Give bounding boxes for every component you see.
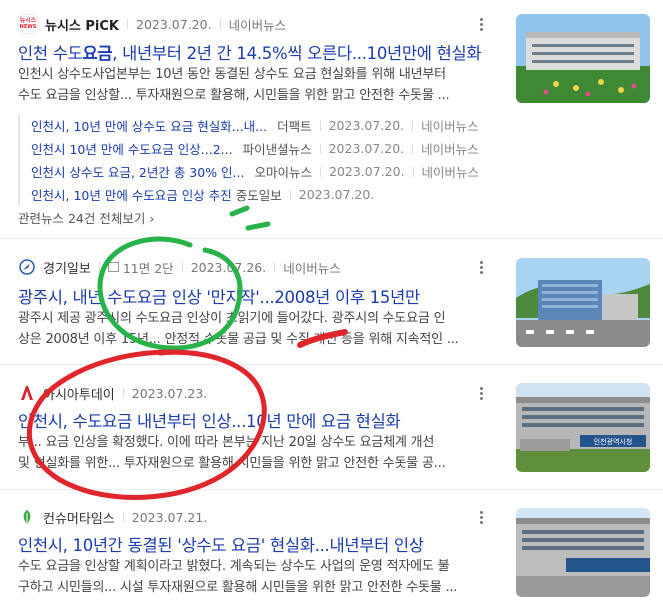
press-logo[interactable] [18,508,36,526]
portal-link[interactable]: 네이버뉴스 [229,15,287,34]
news-title[interactable]: 인천시, 10년간 동결된 '상수도 요금' 현실화...내년부터 인상 [18,532,424,556]
news-description: 인천시 상수도사업본부는 10년 동안 동결된 상수도 요금 현실화를 위해 내… [18,67,450,103]
news-description: 광주시 제공 광주시의 수도요금 인상이 초읽기에 들어갔다. 광주시의 수도요… [18,311,459,347]
related-news-item[interactable]: 인천시 10년 만에 수도요금 인상...2... 파이낸셜뉴스 2023.07… [31,137,479,160]
news-result-4: 컨슈머타임스 2023.07.21. 인천시, 10년간 동결된 '상수도 요금… [0,490,663,602]
news-result-3: 아시아투데이 2023.07.23. 인천시, 수도요금 내년부터 인상...1… [0,365,663,489]
press-name[interactable]: 경기일보 [43,258,91,277]
more-options-icon[interactable] [474,16,488,36]
press-name[interactable]: 아시아투데이 [43,384,115,403]
press-name[interactable]: 컨슈머타임스 [43,508,115,527]
more-options-icon[interactable] [474,509,488,529]
press-logo[interactable] [18,258,36,276]
news-thumbnail[interactable] [516,508,650,597]
news-thumbnail[interactable] [516,258,650,347]
related-news-item[interactable]: 인천시 상수도 요금, 2년간 총 30% 인... 오마이뉴스 2023.07… [31,160,479,183]
press-name[interactable]: 뉴시스 PiCK [45,15,119,34]
news-thumbnail[interactable]: 인천광역시청 [516,383,650,472]
news-description: 부... 요금 인상을 확정했다. 이에 따라 본부는 지난 20일 상수도 요… [18,435,446,471]
news-title[interactable]: 인천 수도요금, 내년부터 2년 간 14.5%씩 오른다...10년만에 현실… [18,40,482,64]
all-related-news-link[interactable]: 관련뉴스 24건 전체보기 › [18,208,154,227]
news-result-1: 뉴시스 NEWS 뉴시스 PiCK 2023.07.20. 네이버뉴스 인천 수… [0,0,663,236]
press-logo[interactable] [18,384,36,402]
article-date: 2023.07.21. [131,509,208,525]
page-info: 11면 2단 [122,260,174,276]
portal-link[interactable]: 네이버뉴스 [283,258,341,277]
news-description: 수도 요금을 인상할 계획이라고 밝혔다. 계속되는 상수도 사업의 운영 적자… [18,559,458,595]
press-logo-icon [23,510,31,524]
source-row: 뉴시스 NEWS 뉴시스 PiCK 2023.07.20. 네이버뉴스 [18,14,286,34]
related-news-item[interactable]: 인천시, 10년 만에 수도요금 인상 추진 중도일보 2023.07.20. [31,183,479,206]
svg-text:인천광역시청: 인천광역시청 [594,437,633,446]
source-row: 컨슈머타임스 2023.07.21. [18,507,207,527]
article-date: 2023.07.23. [131,385,208,401]
newspaper-icon [107,262,119,272]
article-date: 2023.07.26. [190,259,267,275]
news-title[interactable]: 광주시, 내년 수도요금 인상 '만지작'...2008년 이후 15년만 [18,284,420,308]
news-thumbnail[interactable] [516,14,650,103]
news-title[interactable]: 인천시, 수도요금 내년부터 인상...10년 만에 요금 현실화 [18,408,401,432]
press-logo-icon [21,386,33,400]
source-row: 아시아투데이 2023.07.23. [18,383,207,403]
related-news-list: 인천시, 10년 만에 상수도 요금 현실화...내... 더팩트 2023.0… [18,114,479,206]
more-options-icon[interactable] [474,259,488,279]
source-row: 경기일보 11면 2단 2023.07.26. 네이버뉴스 [18,257,341,277]
press-logo-icon [19,259,35,275]
news-result-2: 경기일보 11면 2단 2023.07.26. 네이버뉴스 광주시, 내년 수도… [0,239,663,364]
related-news-item[interactable]: 인천시, 10년 만에 상수도 요금 현실화...내... 더팩트 2023.0… [31,114,479,137]
more-options-icon[interactable] [474,385,488,405]
press-logo[interactable]: 뉴시스 NEWS [18,14,38,34]
article-date: 2023.07.20. [136,16,212,32]
